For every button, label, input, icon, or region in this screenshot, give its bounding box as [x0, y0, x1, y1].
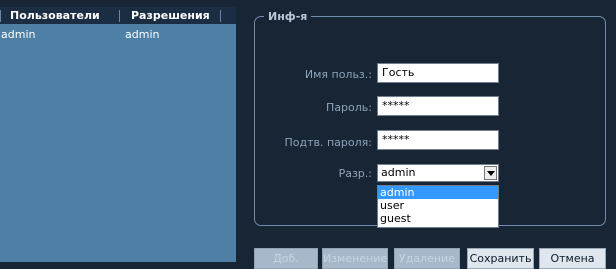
permission-label: Разр.:: [338, 167, 372, 180]
users-column-header: Пользователи: [10, 9, 100, 22]
permission-selected-value: admin: [381, 166, 416, 179]
password-label: Пароль:: [326, 101, 372, 114]
user-row[interactable]: admin admin: [0, 28, 236, 42]
save-button[interactable]: Сохранить: [467, 248, 534, 269]
confirm-password-field[interactable]: *****: [377, 130, 499, 150]
users-table-header: Пользователи Разрешения: [0, 7, 236, 24]
chevron-down-icon[interactable]: [484, 166, 497, 180]
users-panel: Пользователи Разрешения admin admin: [0, 7, 236, 262]
column-divider: [119, 10, 120, 22]
user-name-cell: admin: [1, 28, 36, 41]
permission-dropdown-list: admin user guest: [377, 185, 499, 228]
user-permission-cell: admin: [125, 28, 160, 41]
permission-option-admin[interactable]: admin: [378, 186, 498, 199]
permission-option-guest[interactable]: guest: [378, 212, 498, 225]
permissions-column-header: Разрешения: [131, 9, 210, 22]
column-divider: [0, 10, 1, 22]
add-button[interactable]: Доб.: [254, 248, 318, 269]
permission-select[interactable]: admin: [377, 164, 499, 182]
column-divider: [220, 10, 221, 22]
confirm-password-label: Подтв. пароля:: [284, 136, 373, 149]
password-field[interactable]: *****: [377, 96, 499, 116]
cancel-button[interactable]: Отмена: [539, 248, 606, 269]
username-field[interactable]: Гость: [377, 63, 499, 83]
delete-button[interactable]: Удаление: [394, 248, 460, 269]
info-legend: Инф-я: [264, 10, 312, 23]
permission-option-user[interactable]: user: [378, 199, 498, 212]
modify-button[interactable]: Изменение: [322, 248, 388, 269]
username-label: Имя польз.:: [304, 68, 372, 81]
